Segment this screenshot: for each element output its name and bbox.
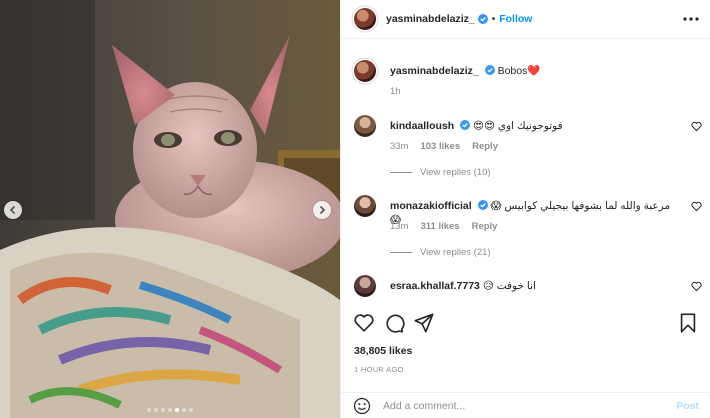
comment-text: فوتوجونيك اوي 😍😍: [473, 120, 563, 132]
comment-icon[interactable]: [383, 312, 405, 334]
caption-age: 1h: [390, 86, 401, 97]
chevron-right-icon: [319, 205, 326, 215]
post-button[interactable]: Post: [676, 400, 699, 412]
separator-dot: •: [491, 13, 496, 25]
replies-line: [390, 172, 412, 173]
verified-icon: [460, 120, 471, 130]
caption-emoji: ❤️: [527, 65, 541, 77]
post-panel: yasminabdelaziz_ • Follow yasminabdelazi…: [340, 0, 710, 418]
comment-likes[interactable]: 103 likes: [420, 141, 460, 152]
action-bar: [341, 312, 710, 336]
replies-line: [390, 252, 412, 253]
follow-button[interactable]: Follow: [499, 13, 532, 25]
comment-age: 13m: [390, 221, 409, 232]
avatar[interactable]: [354, 115, 376, 137]
view-replies-label: View replies (21): [420, 247, 491, 258]
carousel-indicator: [0, 408, 340, 412]
likes-count[interactable]: 38,805 likes: [354, 345, 412, 357]
comments-list[interactable]: yasminabdelaziz_ Bobos❤️ 1h kindaalloush…: [341, 40, 710, 302]
comment-input[interactable]: [383, 399, 677, 412]
verified-icon: [477, 200, 488, 210]
comment-meta: 13m 311 likes Reply: [390, 221, 497, 232]
comment-username[interactable]: kindaalloush: [390, 120, 454, 132]
post-header: yasminabdelaziz_ • Follow: [341, 0, 710, 39]
carousel-dot: [147, 408, 151, 412]
avatar[interactable]: [354, 195, 376, 217]
view-replies-button[interactable]: View replies (10): [390, 167, 491, 178]
post-media[interactable]: [0, 0, 340, 418]
caption-username[interactable]: yasminabdelaziz_: [390, 65, 479, 77]
comment-meta: 33m 103 likes Reply: [390, 141, 498, 152]
previous-image-button[interactable]: [4, 201, 22, 219]
share-icon[interactable]: [413, 312, 435, 334]
post-timestamp[interactable]: 1 HOUR AGO: [354, 365, 404, 374]
heart-icon[interactable]: [691, 121, 702, 132]
avatar[interactable]: [354, 8, 376, 30]
heart-icon[interactable]: [353, 312, 375, 334]
more-icon[interactable]: [682, 10, 700, 28]
verified-icon: [484, 65, 495, 75]
bookmark-icon[interactable]: [677, 312, 699, 334]
view-replies-label: View replies (10): [420, 167, 491, 178]
verified-icon: [477, 14, 488, 24]
heart-icon[interactable]: [691, 201, 702, 212]
carousel-dot: [168, 408, 172, 412]
carousel-dot: [161, 408, 165, 412]
comment-username[interactable]: esraa.khallaf.7773: [390, 280, 480, 292]
carousel-dot-active: [175, 408, 179, 412]
author-username[interactable]: yasminabdelaziz_: [386, 13, 475, 25]
emoji-icon[interactable]: [353, 397, 371, 415]
caption-meta: 1h: [390, 86, 401, 97]
reply-button[interactable]: Reply: [472, 141, 498, 152]
comment-username[interactable]: monazakiofficial: [390, 200, 472, 212]
carousel-dot: [154, 408, 158, 412]
carousel-dot: [182, 408, 186, 412]
carousel-dot: [189, 408, 193, 412]
cat-photo: [0, 0, 340, 418]
add-comment-bar: Post: [341, 392, 710, 418]
caption-text: Bobos: [497, 65, 528, 77]
comment-age: 33m: [390, 141, 409, 152]
chevron-left-icon: [9, 205, 16, 215]
next-image-button[interactable]: [313, 201, 331, 219]
avatar[interactable]: [354, 60, 376, 82]
view-replies-button[interactable]: View replies (21): [390, 247, 491, 258]
comment-likes[interactable]: 311 likes: [420, 221, 459, 232]
avatar[interactable]: [354, 275, 376, 297]
heart-icon[interactable]: [691, 281, 702, 292]
comment-text: انا خوفت 😥: [482, 280, 536, 292]
reply-button[interactable]: Reply: [472, 221, 498, 232]
